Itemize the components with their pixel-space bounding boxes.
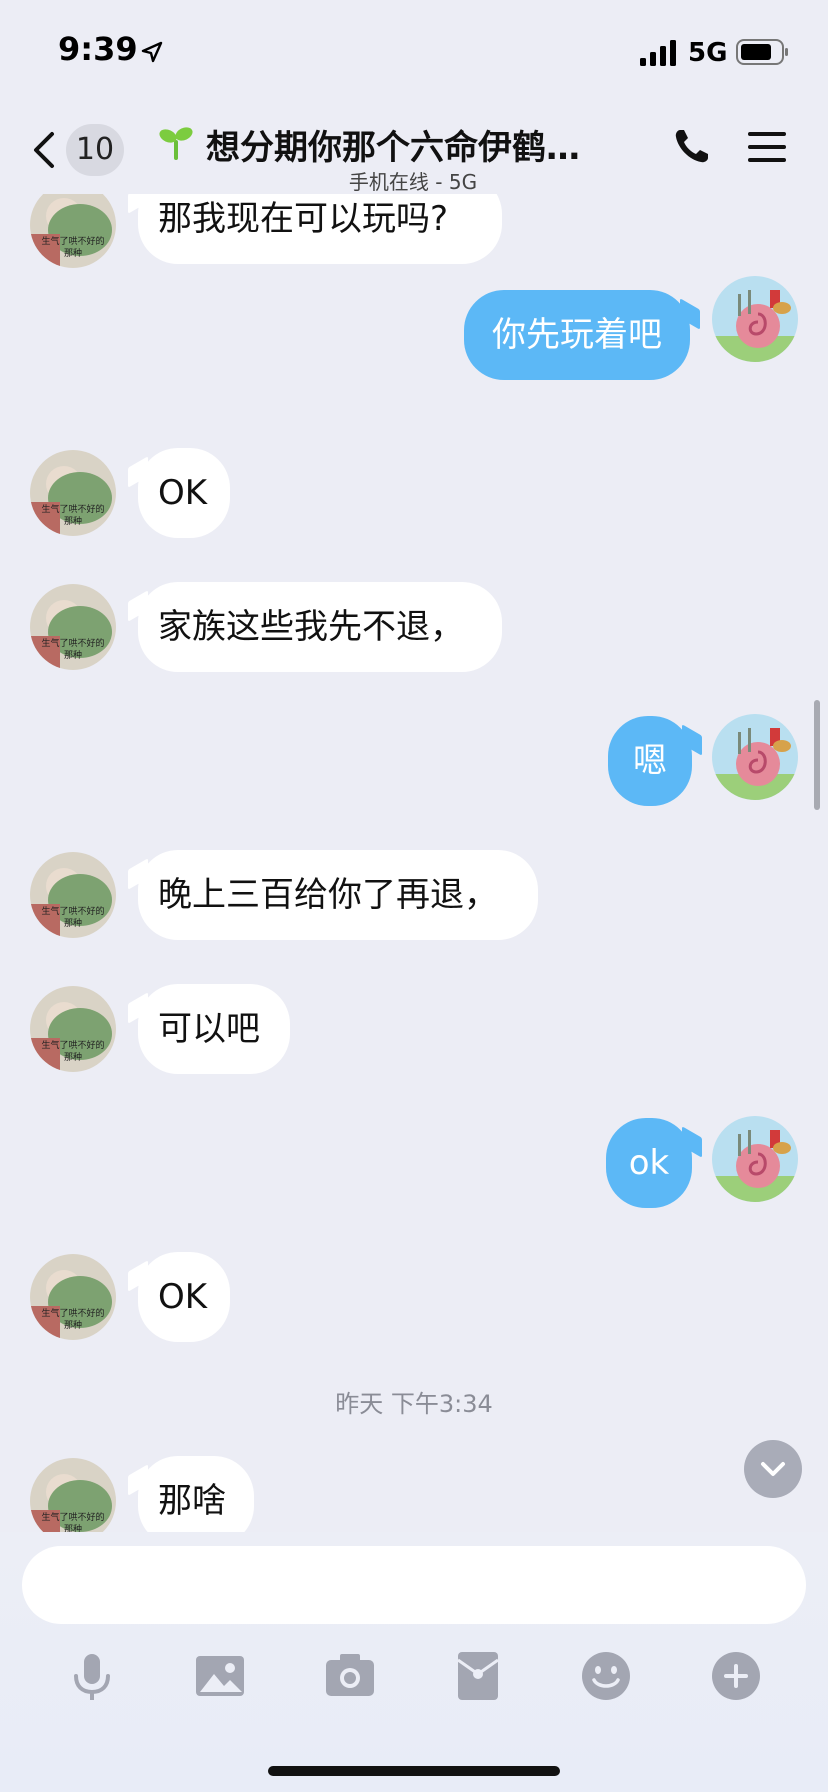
message-row: ok (0, 1116, 828, 1226)
chat-title: 想分期你那个六命伊鹤… (206, 128, 580, 168)
svg-text:生气了哄不好的: 生气了哄不好的 (41, 503, 104, 515)
svg-text:那种: 那种 (64, 917, 82, 929)
incoming-message-bubble[interactable]: 可以吧 (138, 984, 290, 1074)
incoming-message-bubble[interactable]: 家族这些我先不退， (138, 582, 502, 672)
avatar[interactable]: 生气了哄不好的 那种 (30, 194, 116, 268)
message-row: 生气了哄不好的 那种 OK (0, 1252, 828, 1352)
svg-text:那种: 那种 (64, 1051, 82, 1063)
snail-avatar-icon (712, 1116, 798, 1202)
svg-text:那种: 那种 (64, 1319, 82, 1331)
avatar[interactable]: 生气了哄不好的 那种 (30, 584, 116, 670)
outgoing-message-bubble[interactable]: 嗯 (608, 716, 692, 806)
message-row: 生气了哄不好的 那种 可以吧 (0, 984, 828, 1084)
avatar[interactable]: 生气了哄不好的 那种 (30, 986, 116, 1072)
message-row: 生气了哄不好的 那种 OK (0, 448, 828, 548)
svg-text:那种: 那种 (64, 649, 82, 661)
svg-text:生气了哄不好的: 生气了哄不好的 (41, 905, 104, 917)
unread-count-badge: 10 (66, 124, 124, 176)
battery-icon (736, 39, 788, 65)
status-bar: 9:39 5G (0, 0, 828, 100)
message-row: 生气了哄不好的 那种 晚上三百给你了再退， (0, 850, 828, 950)
avatar[interactable]: 生气了哄不好的 那种 (30, 1458, 116, 1532)
message-row: 生气了哄不好的 那种 家族这些我先不退， (0, 582, 828, 682)
avatar[interactable]: 生气了哄不好的 那种 (30, 450, 116, 536)
home-indicator[interactable] (268, 1766, 560, 1776)
svg-text:生气了哄不好的: 生气了哄不好的 (41, 1307, 104, 1319)
message-row: 嗯 (0, 714, 828, 824)
girl-avatar-icon: 生气了哄不好的 那种 (30, 194, 116, 268)
chevron-left-icon (34, 132, 54, 168)
incoming-message-bubble[interactable]: OK (138, 1252, 230, 1342)
chat-title-area[interactable]: 想分期你那个六命伊鹤… 手机在线 - 5G (158, 110, 618, 194)
menu-icon[interactable] (748, 130, 786, 164)
svg-text:生气了哄不好的: 生气了哄不好的 (41, 637, 104, 649)
message-row: 生气了哄不好的 那种 那我现在可以玩吗? (0, 194, 828, 284)
back-button[interactable]: 10 (30, 122, 130, 178)
location-arrow-icon (141, 41, 163, 63)
snail-avatar-icon (712, 714, 798, 800)
message-row: 生气了哄不好的 那种 那啥 (0, 1456, 828, 1532)
clock: 9:39 (58, 30, 138, 68)
incoming-message-bubble[interactable]: OK (138, 448, 230, 538)
snail-avatar-icon (712, 276, 798, 362)
emoji-icon[interactable] (576, 1646, 636, 1706)
girl-avatar-icon: 生气了哄不好的 那种 (30, 852, 116, 938)
chat-header: 10 想分期你那个六命伊鹤… 手机在线 - 5G (0, 100, 828, 194)
svg-text:生气了哄不好的: 生气了哄不好的 (41, 1039, 104, 1051)
scroll-to-bottom-button[interactable] (744, 1440, 802, 1498)
image-icon[interactable] (190, 1646, 250, 1706)
incoming-message-bubble[interactable]: 晚上三百给你了再退， (138, 850, 538, 940)
girl-avatar-icon: 生气了哄不好的 那种 (30, 1458, 116, 1532)
network-label: 5G (688, 38, 728, 68)
mic-icon[interactable] (62, 1646, 122, 1706)
incoming-message-bubble[interactable]: 那啥 (138, 1456, 254, 1532)
avatar[interactable] (712, 714, 798, 800)
svg-text:那种: 那种 (64, 247, 82, 259)
svg-text:生气了哄不好的: 生气了哄不好的 (41, 235, 104, 247)
girl-avatar-icon: 生气了哄不好的 那种 (30, 1254, 116, 1340)
camera-icon[interactable] (320, 1646, 380, 1706)
avatar[interactable]: 生气了哄不好的 那种 (30, 1254, 116, 1340)
online-status: 手机在线 - 5G (348, 170, 478, 194)
red-packet-icon[interactable] (448, 1646, 508, 1706)
chat-screen: 9:39 5G 10 想分期你那个六命伊鹤… 手机在线 - 5G 生气了哄不好的… (0, 0, 828, 1792)
svg-text:生气了哄不好的: 生气了哄不好的 (41, 1511, 104, 1523)
outgoing-message-bubble[interactable]: 你先玩着吧 (464, 290, 690, 380)
outgoing-message-bubble[interactable]: ok (606, 1118, 692, 1208)
svg-text:那种: 那种 (64, 515, 82, 527)
signal-icon (640, 40, 676, 66)
message-list[interactable]: 生气了哄不好的 那种 那我现在可以玩吗? 你先玩着吧 生气了哄不好的 那种 OK… (0, 194, 828, 1532)
phone-call-icon[interactable] (672, 126, 712, 166)
scrollbar[interactable] (814, 700, 820, 810)
girl-avatar-icon: 生气了哄不好的 那种 (30, 584, 116, 670)
avatar[interactable] (712, 1116, 798, 1202)
girl-avatar-icon: 生气了哄不好的 那种 (30, 986, 116, 1072)
incoming-message-bubble[interactable]: 那我现在可以玩吗? (138, 194, 502, 264)
avatar[interactable]: 生气了哄不好的 那种 (30, 852, 116, 938)
message-timestamp: 昨天 下午3:34 (335, 1390, 493, 1418)
message-row: 你先玩着吧 (0, 276, 828, 386)
girl-avatar-icon: 生气了哄不好的 那种 (30, 450, 116, 536)
composer (0, 1532, 828, 1792)
message-input[interactable] (22, 1546, 806, 1624)
svg-text:那种: 那种 (64, 1523, 82, 1532)
sprout-icon (159, 127, 193, 160)
avatar[interactable] (712, 276, 798, 362)
plus-icon[interactable] (706, 1646, 766, 1706)
chevron-down-icon (761, 1462, 785, 1476)
